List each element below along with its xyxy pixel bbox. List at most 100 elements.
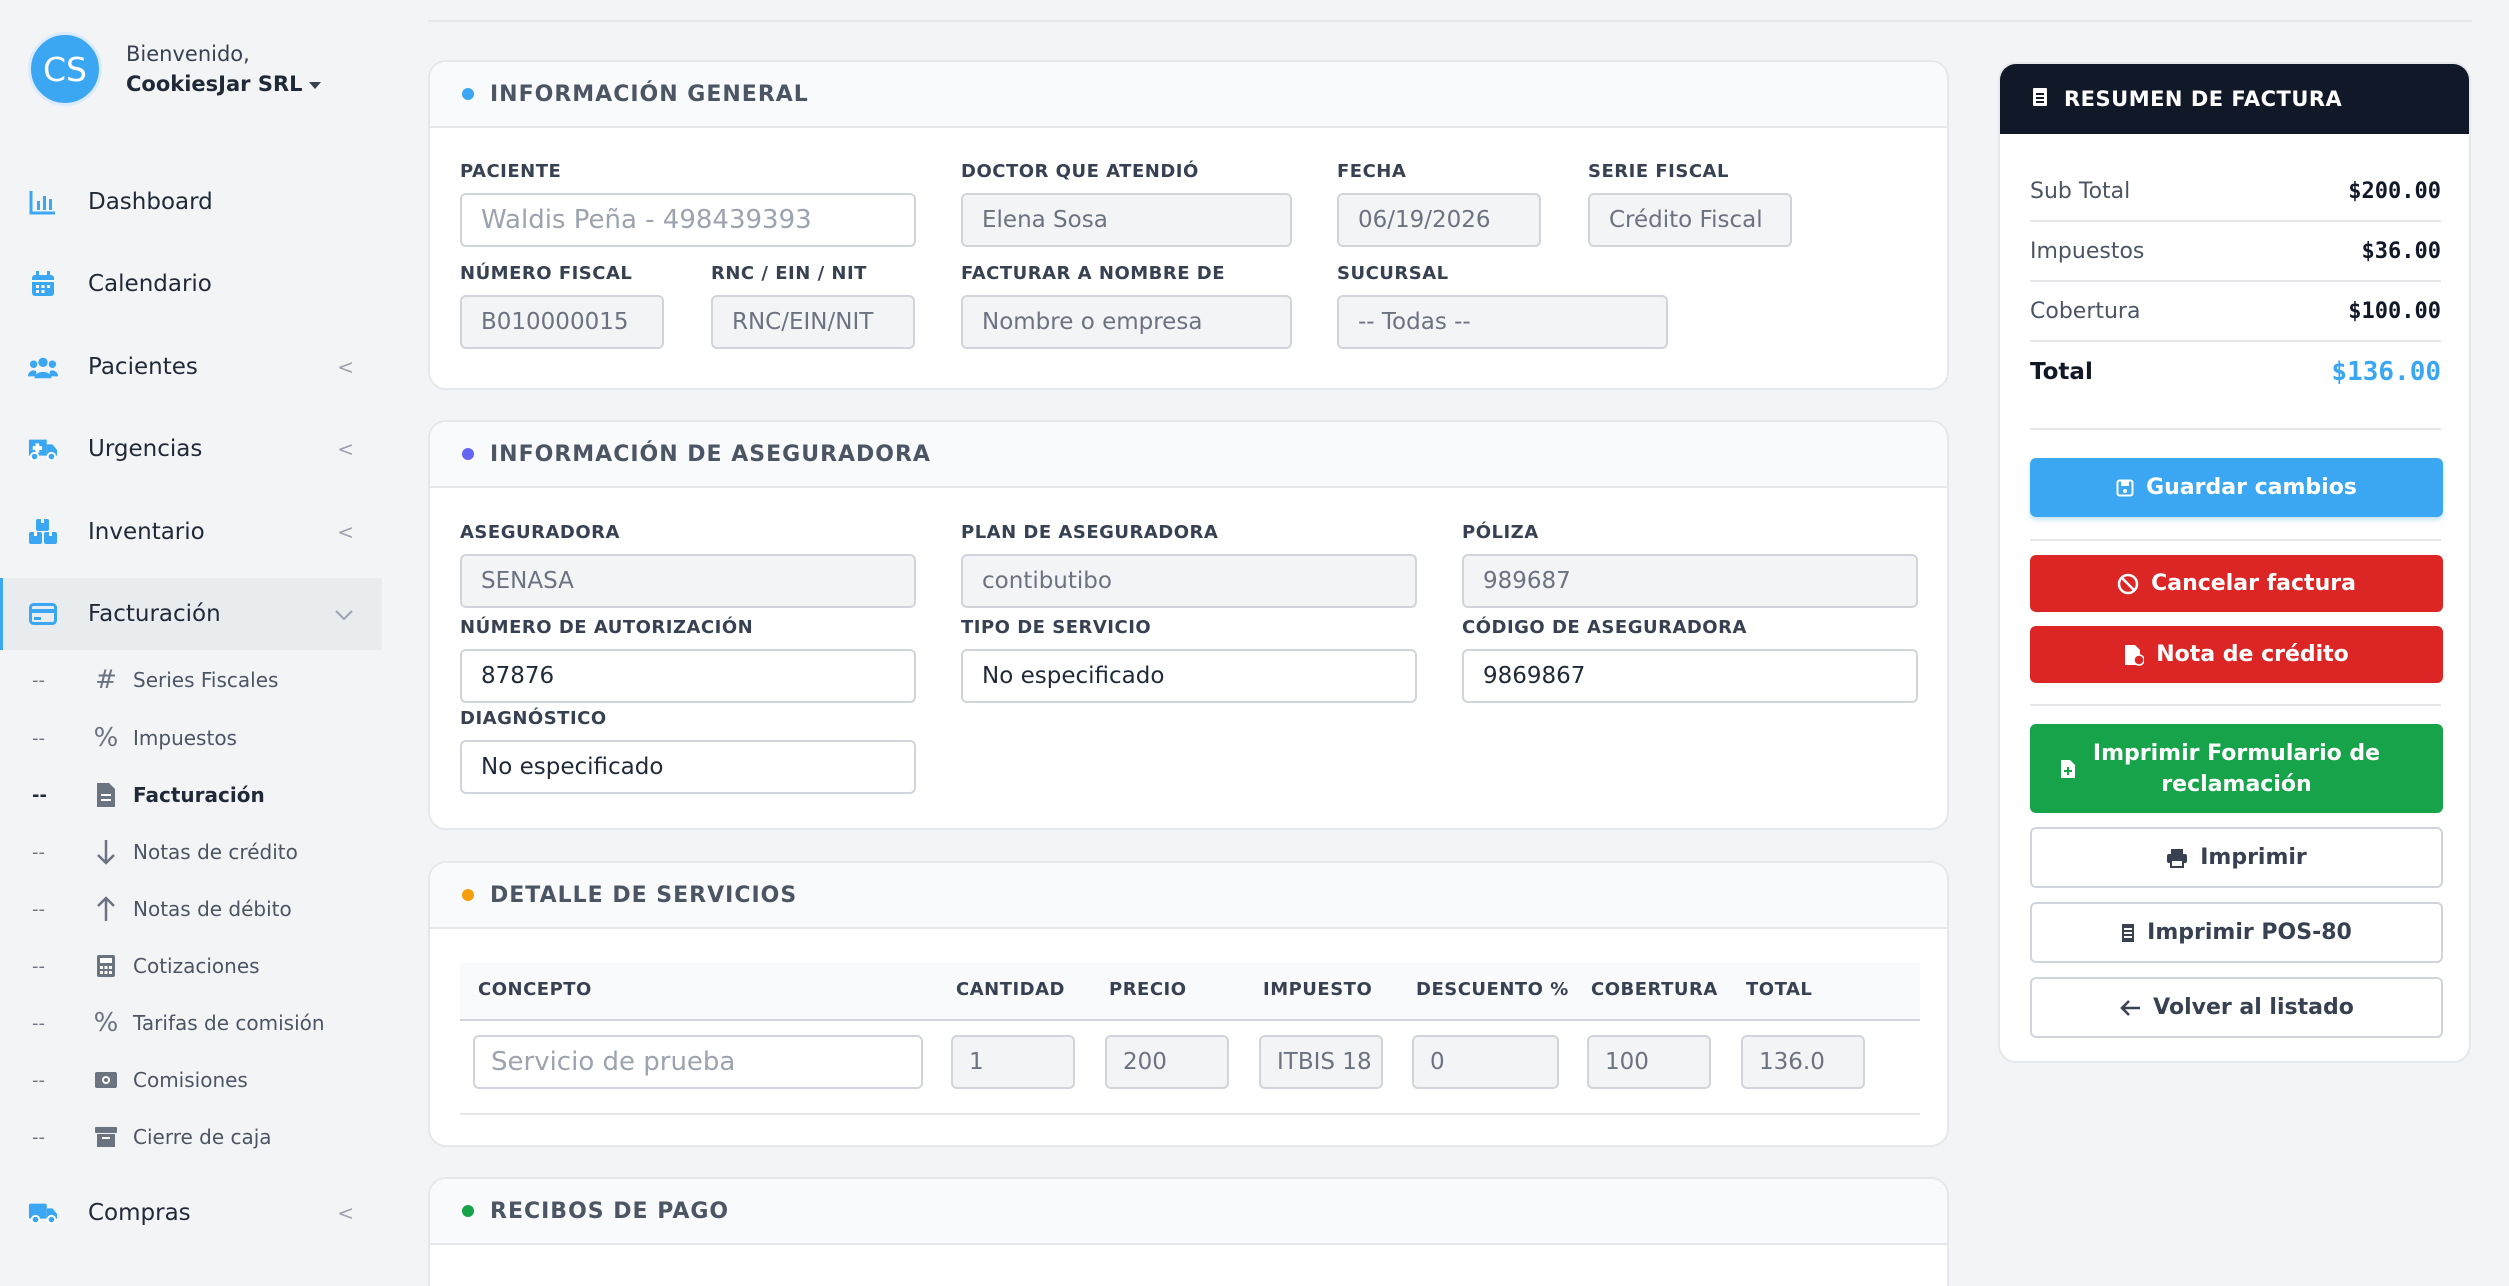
chevron-left-icon: < [337, 520, 354, 544]
numero-fiscal-input[interactable]: B010000015 [460, 295, 664, 349]
submenu-label: Notas de débito [133, 897, 292, 921]
field-label: PLAN DE ASEGURADORA [961, 522, 1219, 543]
fecha-input[interactable]: 06/19/2026 [1337, 193, 1541, 247]
cobertura-row: Cobertura $100.00 [2030, 282, 2441, 342]
column-header: TOTAL [1746, 979, 1813, 1000]
tipo-servicio-field: TIPO DE SERVICIO No especificado [961, 617, 1417, 703]
section-title: RECIBOS DE PAGO [490, 1198, 730, 1224]
print-pos-button[interactable]: Imprimir POS-80 [2030, 902, 2443, 963]
submenu-series-fiscales[interactable]: -- # Series Fiscales [0, 654, 382, 706]
calculator-icon [92, 952, 120, 980]
field-label: FECHA [1337, 161, 1407, 182]
impuesto-select[interactable]: ITBIS 18 [1259, 1035, 1383, 1089]
ban-icon [2117, 573, 2139, 595]
precio-input[interactable]: 200 [1105, 1035, 1229, 1089]
divider [2030, 704, 2441, 706]
nav-item-urgencias[interactable]: Urgencias < [0, 413, 382, 485]
diagnostico-field: DIAGNÓSTICO No especificado [460, 708, 916, 794]
submenu-label: Cotizaciones [133, 954, 260, 978]
file-dollar-icon [2124, 644, 2145, 666]
nav-item-facturacion[interactable]: Facturación [0, 578, 382, 650]
print-button[interactable]: Imprimir [2030, 827, 2443, 888]
nav-item-inventario[interactable]: Inventario < [0, 496, 382, 568]
cobertura-input[interactable]: 100 [1587, 1035, 1711, 1089]
submenu-comisiones[interactable]: -- Comisiones [0, 1054, 382, 1106]
summary-label: Impuestos [2030, 238, 2145, 264]
codigo-aseguradora-input[interactable]: 9869867 [1462, 649, 1918, 703]
user-menu[interactable]: CS Bienvenido, CookiesJar SRL [28, 32, 321, 106]
ambulance-icon [28, 434, 58, 464]
nav-label: Pacientes [88, 354, 198, 380]
section-dot [462, 448, 474, 460]
submenu-facturacion[interactable]: -- Facturación [0, 769, 382, 821]
save-button[interactable]: Guardar cambios [2030, 458, 2443, 517]
submenu-tarifas-comision[interactable]: -- % Tarifas de comisión [0, 997, 382, 1049]
print-claim-form-button[interactable]: Imprimir Formulario de reclamación [2030, 724, 2443, 813]
numero-fiscal-field: NÚMERO FISCAL B010000015 [460, 263, 664, 349]
doctor-input[interactable]: Elena Sosa [961, 193, 1292, 247]
chevron-down-icon [334, 602, 354, 626]
column-header: COBERTURA [1591, 979, 1718, 1000]
codigo-aseguradora-field: CÓDIGO DE ASEGURADORA 9869867 [1462, 617, 1918, 703]
submenu-dash: -- [32, 1126, 45, 1148]
company-name[interactable]: CookiesJar SRL [126, 72, 321, 96]
cantidad-input[interactable]: 1 [951, 1035, 1075, 1089]
back-to-list-button[interactable]: Volver al listado [2030, 977, 2443, 1038]
field-label: FACTURAR A NOMBRE DE [961, 263, 1226, 284]
nav-item-dashboard[interactable]: Dashboard [0, 166, 382, 238]
field-label: PÓLIZA [1462, 522, 1539, 543]
submenu-dash: -- [32, 784, 47, 806]
nav-item-calendario[interactable]: Calendario [0, 248, 382, 320]
rnc-field: RNC / EIN / NIT RNC/EIN/NIT [711, 263, 915, 349]
facturar-input[interactable]: Nombre o empresa [961, 295, 1292, 349]
chevron-left-icon: < [337, 1201, 354, 1225]
chart-bar-icon [28, 187, 58, 217]
sucursal-field: SUCURSAL -- Todas -- [1337, 263, 1668, 349]
save-icon [2116, 479, 2134, 497]
column-header: DESCUENTO % [1416, 979, 1569, 1000]
rnc-input[interactable]: RNC/EIN/NIT [711, 295, 915, 349]
submenu-impuestos[interactable]: -- % Impuestos [0, 712, 382, 764]
submenu-cotizaciones[interactable]: -- Cotizaciones [0, 940, 382, 992]
button-label: Imprimir [2200, 845, 2307, 870]
tipo-servicio-input[interactable]: No especificado [961, 649, 1417, 703]
submenu-cierre-caja[interactable]: -- Cierre de caja [0, 1111, 382, 1163]
cancel-invoice-button[interactable]: Cancelar factura [2030, 555, 2443, 612]
poliza-input[interactable]: 989687 [1462, 554, 1918, 608]
sucursal-select[interactable]: -- Todas -- [1337, 295, 1668, 349]
nav-item-compras[interactable]: Compras < [0, 1177, 382, 1249]
aseguradora-input[interactable]: SENASA [460, 554, 916, 608]
sidebar: CS Bienvenido, CookiesJar SRL Dashboard … [0, 0, 384, 1286]
submenu-notas-debito[interactable]: -- Notas de débito [0, 883, 382, 935]
general-info-card: INFORMACIÓN GENERAL PACIENTE Waldis Peña… [428, 60, 1949, 390]
autorizacion-input[interactable]: 87876 [460, 649, 916, 703]
section-title: DETALLE DE SERVICIOS [490, 882, 798, 908]
credit-note-button[interactable]: Nota de crédito [2030, 626, 2443, 683]
receipts-card: RECIBOS DE PAGO [428, 1177, 1949, 1286]
percent-icon: % [93, 723, 119, 753]
submenu-dash: -- [32, 727, 45, 749]
nav-label: Calendario [88, 271, 212, 297]
nav-item-pacientes[interactable]: Pacientes < [0, 331, 382, 403]
paciente-input[interactable]: Waldis Peña - 498439393 [460, 193, 916, 247]
submenu-notas-credito[interactable]: -- Notas de crédito [0, 826, 382, 878]
diagnostico-input[interactable]: No especificado [460, 740, 916, 794]
button-label: Nota de crédito [2156, 642, 2349, 667]
serie-fiscal-select[interactable]: Crédito Fiscal [1588, 193, 1792, 247]
impuestos-row: Impuestos $36.00 [2030, 222, 2441, 282]
concepto-input[interactable]: Servicio de prueba [473, 1035, 923, 1089]
arrow-left-icon [2119, 999, 2141, 1017]
facturar-field: FACTURAR A NOMBRE DE Nombre o empresa [961, 263, 1292, 349]
plan-field: PLAN DE ASEGURADORA contibutibo [961, 522, 1417, 608]
receipt-icon [2032, 87, 2048, 111]
nav-label: Urgencias [88, 436, 203, 462]
button-label: Cancelar factura [2151, 571, 2356, 596]
section-dot [462, 88, 474, 100]
plan-input[interactable]: contibutibo [961, 554, 1417, 608]
subtotal-row: Sub Total $200.00 [2030, 162, 2441, 222]
submenu-dash: -- [32, 1012, 45, 1034]
nav-label: Inventario [88, 519, 205, 545]
nav-label: Dashboard [88, 189, 213, 215]
descuento-input[interactable]: 0 [1412, 1035, 1559, 1089]
submenu-dash: -- [32, 669, 45, 691]
